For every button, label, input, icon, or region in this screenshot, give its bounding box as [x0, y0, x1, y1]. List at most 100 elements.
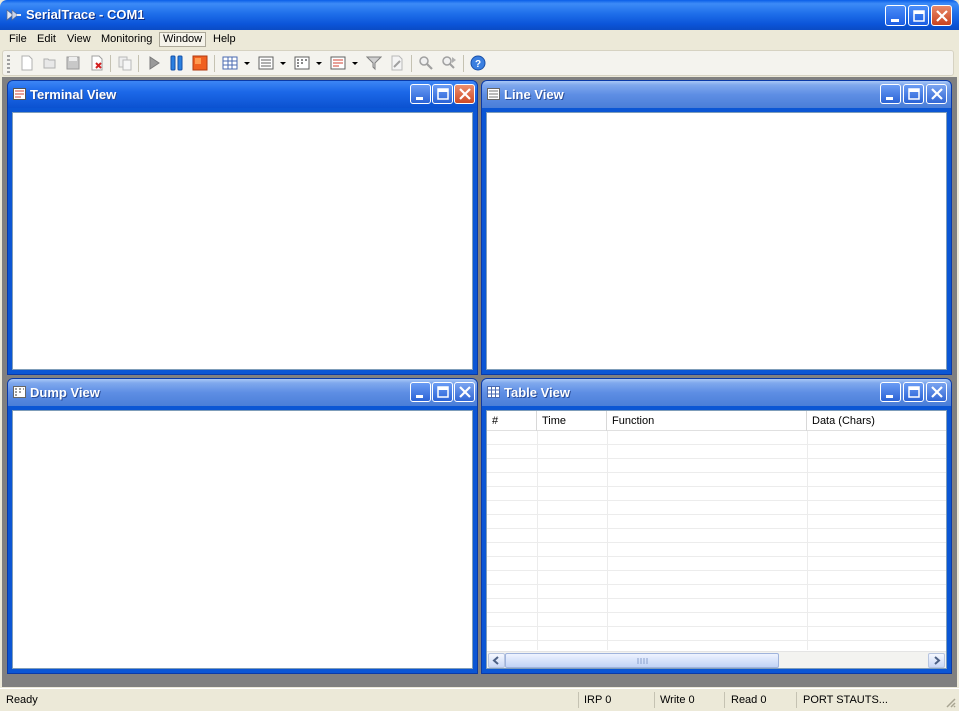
- table-maximize-button[interactable]: [903, 382, 924, 402]
- line-close-button[interactable]: [926, 84, 947, 104]
- scroll-right-button[interactable]: [928, 653, 945, 668]
- toolbar-grip[interactable]: [7, 55, 10, 73]
- line-maximize-button[interactable]: [903, 84, 924, 104]
- dump-minimize-button[interactable]: [410, 382, 431, 402]
- close-icon: [931, 386, 943, 398]
- clear-icon[interactable]: [389, 55, 405, 71]
- table-row[interactable]: [487, 459, 946, 473]
- close-icon: [931, 88, 943, 100]
- start-icon[interactable]: [146, 55, 162, 71]
- line-view-window[interactable]: Line View: [481, 80, 952, 375]
- table-row[interactable]: [487, 599, 946, 613]
- title-bar[interactable]: SerialTrace - COM1: [0, 0, 959, 30]
- table-close-button[interactable]: [926, 382, 947, 402]
- status-divider: [796, 692, 797, 708]
- dump-close-button[interactable]: [454, 382, 475, 402]
- minimize-icon: [416, 395, 423, 398]
- table-row[interactable]: [487, 445, 946, 459]
- stop-icon[interactable]: [192, 55, 208, 71]
- terminal-close-button[interactable]: [454, 84, 475, 104]
- terminal-minimize-button[interactable]: [410, 84, 431, 104]
- maximize-icon: [913, 10, 925, 22]
- save-icon[interactable]: [65, 55, 81, 71]
- minimize-icon: [416, 97, 423, 100]
- table-row[interactable]: [487, 627, 946, 641]
- minimize-button[interactable]: [885, 5, 906, 26]
- column-divider: [807, 431, 808, 650]
- pause-icon[interactable]: [169, 55, 185, 71]
- filter-icon[interactable]: [366, 55, 382, 71]
- dump-view-caption[interactable]: Dump View: [8, 379, 477, 406]
- column-header-data[interactable]: Data (Chars): [807, 411, 949, 431]
- table-row[interactable]: [487, 431, 946, 445]
- column-header-function[interactable]: Function: [607, 411, 807, 431]
- toolbar-separator: [463, 55, 464, 72]
- dump-view-icon: [13, 386, 26, 398]
- dump-icon[interactable]: [294, 55, 310, 71]
- table-row[interactable]: [487, 613, 946, 627]
- terminal-view-caption[interactable]: Terminal View: [8, 81, 477, 108]
- status-port: PORT STAUTS...: [803, 694, 888, 706]
- line-minimize-button[interactable]: [880, 84, 901, 104]
- table-minimize-button[interactable]: [880, 382, 901, 402]
- menu-file[interactable]: File: [6, 32, 30, 47]
- svg-text:?: ?: [475, 59, 481, 70]
- table-row[interactable]: [487, 571, 946, 585]
- column-divider: [537, 431, 538, 650]
- minimize-icon: [891, 19, 899, 22]
- help-icon[interactable]: ?: [470, 55, 486, 71]
- copy-icon[interactable]: [117, 55, 133, 71]
- table-row[interactable]: [487, 487, 946, 501]
- dump-dropdown-arrow[interactable]: [316, 62, 322, 65]
- line-view-title: Line View: [504, 87, 564, 102]
- menu-view[interactable]: View: [64, 32, 94, 47]
- line-view-caption[interactable]: Line View: [482, 81, 951, 108]
- find-next-icon[interactable]: [441, 55, 457, 71]
- scroll-thumb[interactable]: [505, 653, 779, 668]
- menu-help[interactable]: Help: [210, 32, 239, 47]
- table-row[interactable]: [487, 473, 946, 487]
- new-icon[interactable]: [19, 55, 35, 71]
- table-view-window[interactable]: Table View # Time Function Data (Chars): [481, 378, 952, 674]
- open-icon[interactable]: [42, 55, 58, 71]
- terminal-maximize-button[interactable]: [432, 84, 453, 104]
- table-row[interactable]: [487, 557, 946, 571]
- menu-window[interactable]: Window: [159, 32, 207, 47]
- grid-dropdown-arrow[interactable]: [244, 62, 250, 65]
- table-row[interactable]: [487, 529, 946, 543]
- table-view-caption[interactable]: Table View: [482, 379, 951, 406]
- terminal-view-icon: [13, 88, 26, 100]
- column-header-time[interactable]: Time: [537, 411, 607, 431]
- dump-view-content[interactable]: [12, 410, 473, 669]
- table-row[interactable]: [487, 515, 946, 529]
- column-header-number[interactable]: #: [487, 411, 537, 431]
- menu-edit[interactable]: Edit: [34, 32, 59, 47]
- terminal-view-content[interactable]: [12, 112, 473, 370]
- menu-monitoring[interactable]: Monitoring: [98, 32, 155, 47]
- scroll-left-button[interactable]: [488, 653, 505, 668]
- terminal-view-window[interactable]: Terminal View: [7, 80, 478, 375]
- table-icon[interactable]: [330, 55, 346, 71]
- line-view-icon: [487, 88, 500, 100]
- close-file-icon[interactable]: [89, 55, 105, 71]
- horizontal-scrollbar[interactable]: [487, 651, 946, 668]
- table-view-content[interactable]: # Time Function Data (Chars): [486, 410, 947, 669]
- list-icon[interactable]: [258, 55, 274, 71]
- find-icon[interactable]: [418, 55, 434, 71]
- dump-maximize-button[interactable]: [432, 382, 453, 402]
- chevron-right-icon: [934, 656, 941, 665]
- terminal-view-title: Terminal View: [30, 87, 117, 102]
- line-view-content[interactable]: [486, 112, 947, 370]
- close-button[interactable]: [931, 5, 952, 26]
- list-dropdown-arrow[interactable]: [280, 62, 286, 65]
- maximize-button[interactable]: [908, 5, 929, 26]
- maximize-icon: [908, 88, 920, 100]
- grid-icon[interactable]: [222, 55, 238, 71]
- resize-grip-icon[interactable]: [944, 696, 956, 708]
- table-row[interactable]: [487, 543, 946, 557]
- dump-view-window[interactable]: Dump View: [7, 378, 478, 674]
- table-row[interactable]: [487, 501, 946, 515]
- table-row[interactable]: [487, 585, 946, 599]
- status-ready: Ready: [6, 694, 38, 706]
- table-dropdown-arrow[interactable]: [352, 62, 358, 65]
